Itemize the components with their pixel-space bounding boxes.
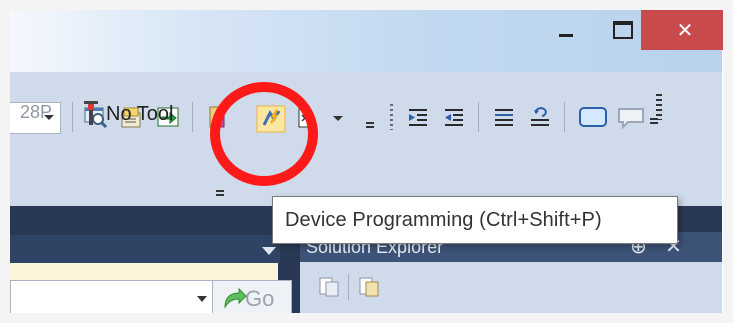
toolbar-separator — [478, 102, 479, 132]
toolbar-overflow-icon[interactable] — [366, 120, 376, 134]
tooltip: Device Programming (Ctrl+Shift+P) — [272, 196, 678, 244]
tool-icon[interactable] — [82, 100, 100, 126]
toolbar-area: 28P No Tool — [10, 72, 722, 206]
tooltip-text: Device Programming (Ctrl+Shift+P) — [285, 208, 602, 231]
toolbar-grip[interactable] — [656, 94, 662, 120]
format-icon[interactable] — [528, 105, 552, 129]
app-window: ✕ 28P No Tool Go Solution Explorer ⊕ ✕ D… — [0, 0, 733, 323]
title-bar: ✕ — [10, 10, 729, 72]
comment-icon[interactable] — [616, 106, 646, 130]
window-icon[interactable] — [578, 106, 608, 128]
tool-label[interactable]: No Tool — [106, 103, 173, 126]
toolbar-overflow-icon[interactable] — [216, 188, 226, 202]
solution-explorer-body — [300, 262, 722, 323]
maximize-icon — [612, 21, 633, 39]
show-all-files-icon[interactable] — [358, 276, 380, 298]
minimize-button[interactable] — [543, 10, 588, 50]
properties-icon[interactable] — [318, 276, 340, 298]
align-icon[interactable] — [492, 105, 516, 129]
toolbar-separator — [564, 102, 565, 132]
ghost-label: 28P — [20, 102, 53, 122]
toolbar-separator — [72, 102, 73, 132]
chevron-down-icon[interactable] — [197, 296, 207, 302]
go-arrow-icon — [224, 287, 247, 309]
chevron-down-icon[interactable] — [262, 247, 276, 255]
toolbar-separator — [192, 102, 193, 132]
go-button[interactable]: Go — [212, 280, 292, 318]
left-pane-header — [0, 235, 280, 263]
go-label: Go — [245, 286, 275, 311]
indent-icon[interactable] — [406, 105, 430, 129]
toolbar-separator — [348, 274, 349, 300]
outdent-icon[interactable] — [442, 105, 466, 129]
chevron-down-icon[interactable] — [333, 116, 343, 121]
close-icon: ✕ — [676, 18, 694, 42]
maximize-button[interactable] — [600, 10, 645, 50]
highlight-circle — [210, 82, 318, 186]
toolbar-grip[interactable] — [390, 104, 393, 130]
close-button[interactable]: ✕ — [641, 10, 729, 50]
address-combo[interactable] — [10, 280, 214, 318]
minimize-icon — [558, 33, 573, 37]
